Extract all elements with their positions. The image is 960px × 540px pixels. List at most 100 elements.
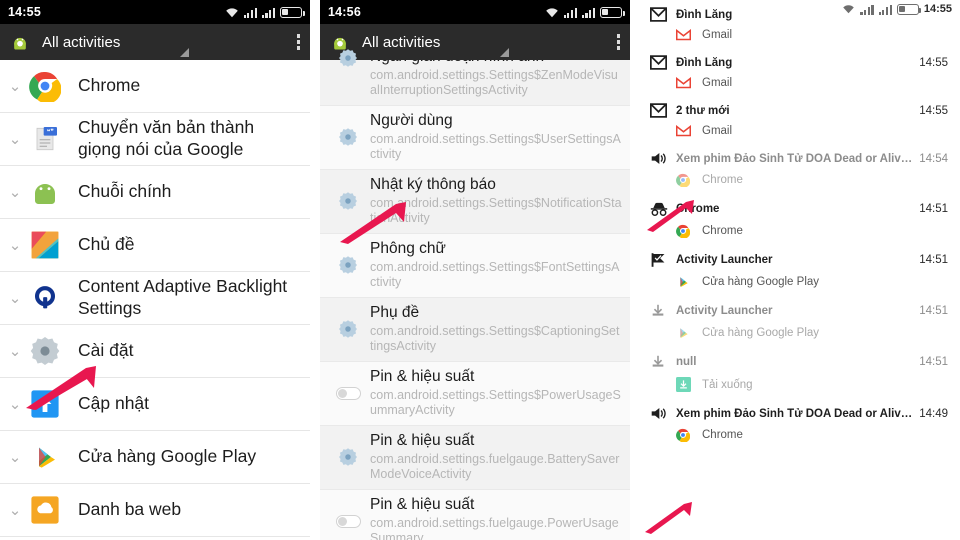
signal-icon [860, 4, 874, 15]
list-item[interactable]: ⌄ Chuỗi chính [0, 166, 310, 219]
notification-app-label: Gmail [702, 77, 733, 89]
toggle-off-icon[interactable] [326, 514, 370, 528]
signal-icon [878, 4, 892, 15]
notification-log-list[interactable]: Đình Lăng 14:55 Gmail Đình Lăng 14:55 [640, 0, 960, 449]
settings-activities-list[interactable]: Ngăn gián đoạn hình ảnh com.android.sett… [320, 42, 630, 540]
list-item[interactable]: ⌄ Danh ba web [0, 484, 310, 537]
notification-app-label: Gmail [702, 125, 733, 137]
status-clock: 14:55 [923, 3, 952, 15]
notification-title: Đình Lăng [676, 56, 733, 69]
status-clock: 14:55 [8, 5, 41, 19]
settings-gear-icon [326, 127, 370, 147]
notification-app-label: Chrome [702, 429, 743, 441]
list-item-title: Người dùng [370, 111, 453, 129]
page-title: All activities [42, 33, 121, 51]
list-item[interactable]: null 14:51 Tải xuống [640, 347, 960, 399]
battery-icon [896, 3, 922, 15]
settings-gear-icon [326, 191, 370, 211]
list-item[interactable]: Phụ đề com.android.settings.Settings$Cap… [320, 297, 630, 362]
mail-envelope-icon [650, 103, 676, 118]
activities-list[interactable]: ⌄ Chrome ⌄ ❝❞ Chuyển văn bản thành giọng… [0, 60, 310, 537]
list-item[interactable]: Người dùng com.android.settings.Settings… [320, 105, 630, 170]
list-item-subtitle: com.android.settings.Settings$FontSettin… [370, 259, 620, 290]
page-title: All activities [362, 33, 441, 51]
notification-time: 14:55 [919, 104, 948, 117]
web-bookmarks-icon [26, 491, 64, 529]
notification-time: 14:51 [919, 305, 948, 317]
list-item[interactable]: Activity Launcher 14:51 Cửa hàng Google … [640, 245, 960, 296]
list-item-title: Pin & hiệu suất [370, 495, 475, 513]
battery-icon [280, 6, 305, 18]
chevron-down-icon[interactable]: ⌄ [4, 397, 26, 412]
list-item[interactable]: Activity Launcher 14:51 Cửa hàng Google … [640, 296, 960, 347]
toggle-off-icon[interactable] [326, 386, 370, 400]
battery-icon [600, 6, 625, 18]
volume-speaker-icon [650, 406, 676, 421]
list-item[interactable]: Xem phim Đảo Sinh Tử DOA Dead or Alive P… [640, 399, 960, 449]
list-item[interactable]: Phông chữ com.android.settings.Settings$… [320, 233, 630, 298]
gmail-icon [676, 125, 702, 137]
chevron-down-icon[interactable]: ⌄ [4, 344, 26, 359]
list-item[interactable]: ⌄ ❝❞ Chuyển văn bản thành giọng nói của … [0, 113, 310, 166]
list-item[interactable]: ⌄ Cửa hàng Google Play [0, 431, 310, 484]
notification-app-label: Cửa hàng Google Play [702, 276, 820, 288]
notification-title: null [676, 356, 697, 368]
list-item-title: Phông chữ [370, 239, 446, 257]
three-panel-screenshot: 14:55 All activities ⌄ Chrome ⌄ ❝❞ Chuyể… [0, 0, 960, 540]
text-to-speech-icon: ❝❞ [26, 120, 64, 158]
panel-all-activities-list: 14:55 All activities ⌄ Chrome ⌄ ❝❞ Chuyể… [0, 0, 310, 540]
downloads-icon [676, 377, 702, 392]
list-item-notification-log[interactable]: Nhật ký thông báo com.android.settings.S… [320, 169, 630, 234]
triangle-dropdown-icon[interactable] [180, 48, 189, 57]
panel-notification-log: 14:55 Đình Lăng 14:55 Gmail [640, 0, 960, 540]
action-bar: All activities [0, 24, 310, 60]
overflow-menu-icon[interactable] [616, 34, 620, 50]
chevron-down-icon[interactable]: ⌄ [4, 450, 26, 465]
list-item[interactable]: ⌄ Content Adaptive Backlight Settings [0, 272, 310, 325]
chrome-icon [26, 67, 64, 105]
list-item-settings[interactable]: ⌄ Cài đặt [0, 325, 310, 378]
list-item[interactable]: Xem phim Đảo Sinh Tử DOA Dead or Alive P… [640, 144, 960, 194]
chevron-down-icon[interactable]: ⌄ [4, 238, 26, 253]
list-item[interactable]: ⌄ Chủ đề [0, 219, 310, 272]
qualcomm-icon [26, 279, 64, 317]
list-item[interactable]: Pin & hiệu suất com.android.settings.Set… [320, 361, 630, 426]
panel-divider [630, 0, 640, 540]
list-item-title: Nhật ký thông báo [370, 175, 496, 193]
red-arrow-pointer [645, 502, 692, 534]
android-robot-icon [26, 173, 64, 211]
notification-time: 14:51 [919, 254, 948, 266]
signal-icon [581, 7, 595, 18]
notification-title: Xem phim Đảo Sinh Tử DOA Dead or Alive P… [676, 407, 913, 420]
overflow-menu-icon[interactable] [296, 34, 300, 50]
status-bar: 14:56 [320, 0, 630, 24]
list-item[interactable]: ⌄ Chrome [0, 60, 310, 113]
list-item-label: Danh ba web [78, 499, 182, 520]
action-bar: All activities [320, 24, 630, 60]
google-play-icon [676, 326, 702, 340]
mail-envelope-icon [650, 7, 676, 22]
list-item-subtitle: com.android.settings.Settings$PowerUsage… [370, 387, 621, 418]
signal-icon [563, 7, 577, 18]
list-item[interactable]: ⌄ Cập nhật [0, 378, 310, 431]
wifi-icon [545, 7, 558, 17]
chevron-down-icon[interactable]: ⌄ [4, 291, 26, 306]
list-item[interactable]: Pin & hiệu suất com.android.settings.fue… [320, 425, 630, 490]
list-item[interactable]: Chrome 14:51 Chrome [640, 194, 960, 245]
chevron-down-icon[interactable]: ⌄ [4, 132, 26, 147]
download-icon [650, 354, 676, 370]
list-item[interactable]: Đình Lăng 14:55 Gmail [640, 48, 960, 96]
download-icon [650, 303, 676, 319]
triangle-dropdown-icon[interactable] [500, 48, 509, 57]
status-bar: 14:55 [0, 0, 310, 24]
list-item[interactable]: 2 thư mới 14:55 Gmail [640, 96, 960, 144]
list-item-subtitle: com.android.settings.Settings$Notificati… [370, 195, 622, 226]
chevron-down-icon[interactable]: ⌄ [4, 79, 26, 94]
chevron-down-icon[interactable]: ⌄ [4, 185, 26, 200]
list-item[interactable]: Pin & hiệu suất com.android.settings.fue… [320, 489, 630, 540]
notification-time: 14:51 [919, 356, 948, 368]
mail-envelope-icon [650, 55, 676, 70]
notification-title: Activity Launcher [676, 254, 773, 266]
chevron-down-icon[interactable]: ⌄ [4, 503, 26, 518]
list-item-subtitle: com.android.settings.Settings$ZenModeVis… [370, 67, 618, 98]
